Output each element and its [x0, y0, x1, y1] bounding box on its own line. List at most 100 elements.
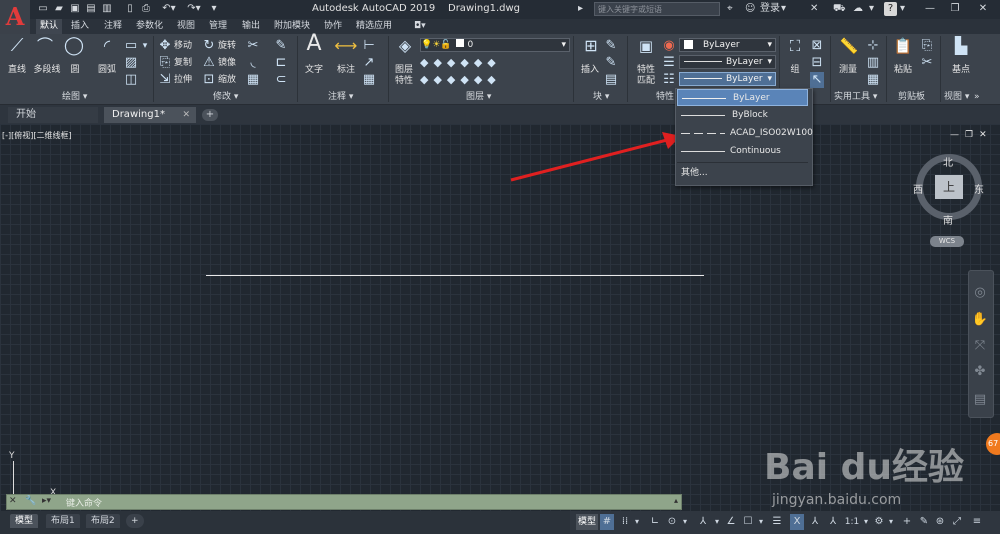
view-panel-label[interactable]: 视图 ▾ [944, 92, 969, 103]
linetype-option-iso02w100[interactable]: ACAD_ISO02W100 [677, 125, 813, 142]
login-dropdown-icon[interactable]: ▾ [781, 2, 786, 16]
viewcube-top-face[interactable]: 上 [935, 175, 963, 199]
rotate-button[interactable]: 旋转 [218, 38, 236, 54]
polar-icon[interactable]: ⊙ [665, 514, 679, 530]
tab-view[interactable]: 视图 [173, 19, 199, 34]
save-icon[interactable]: ▣ [69, 3, 81, 15]
new-file-icon[interactable]: ▭ [37, 3, 49, 15]
measure-button[interactable]: 测量 [836, 65, 860, 76]
array-icon[interactable]: ▦ [246, 72, 260, 88]
dimension-button[interactable]: 标注 [333, 65, 359, 76]
group-button[interactable]: 组 [785, 65, 805, 76]
minimize-button[interactable]: — [920, 2, 940, 16]
rectangle-dropdown-icon[interactable]: ▾ [140, 38, 150, 54]
workspace-dropdown-icon[interactable]: ▾ [886, 514, 896, 530]
match-properties-button[interactable]: 特性 匹配 [634, 65, 658, 87]
pan-hand-icon[interactable]: ✋ [971, 312, 989, 327]
circle-button[interactable]: 圆 [64, 65, 86, 76]
annotation-panel-label[interactable]: 注释 ▾ [328, 92, 353, 103]
color-wheel-icon[interactable]: ◉ [662, 38, 676, 54]
isodraft-dropdown-icon[interactable]: ▾ [712, 514, 722, 530]
grid-icon[interactable]: # [600, 514, 614, 530]
text-icon[interactable]: A [302, 33, 326, 55]
clean-screen-icon[interactable]: ⤢ [950, 514, 964, 530]
copy-button[interactable]: 复制 [174, 55, 192, 71]
auto-scale-icon[interactable]: ⅄ [808, 514, 822, 530]
ribbon-toggle-icon[interactable]: ◘▾ [410, 19, 430, 34]
scale-value[interactable]: 1:1 [844, 514, 860, 530]
arc-button[interactable]: 圆弧 [94, 65, 120, 76]
tab-drawing1[interactable]: Drawing1* ✕ [104, 107, 196, 123]
search-expand-icon[interactable]: ▸ [578, 2, 583, 16]
group-edit-icon[interactable]: ⊟ [810, 55, 824, 71]
annotation-monitor-icon[interactable]: + [900, 514, 914, 530]
mobile-icon[interactable]: ▯ [124, 3, 136, 15]
undo-icon[interactable]: ↶▾ [159, 3, 179, 15]
block-panel-label[interactable]: 块 ▾ [593, 92, 609, 103]
workspace-gear-icon[interactable]: ⚙ [872, 514, 886, 530]
fillet-icon[interactable]: ◟ [246, 55, 260, 71]
open-file-icon[interactable]: ▰ [53, 3, 65, 15]
login-link[interactable]: 登录 [760, 2, 780, 16]
draw-panel-label[interactable]: 绘图 ▾ [62, 92, 87, 103]
color-select[interactable]: ByLayer ▾ [679, 38, 776, 52]
move-button[interactable]: 移动 [174, 38, 192, 54]
lineweight-toggle-icon[interactable]: ☰ [770, 514, 784, 530]
scale-dropdown-icon[interactable]: ▾ [861, 514, 871, 530]
linetype-select[interactable]: ByLayer ▾ [679, 72, 776, 86]
more-dropdown-icon[interactable]: ▾ [869, 2, 874, 16]
copy-clip-icon[interactable]: ⎘ [920, 38, 934, 54]
store-cart-icon[interactable]: ⛟ [833, 2, 846, 16]
measure-icon[interactable]: 📏 [838, 38, 860, 54]
snap-dropdown-icon[interactable]: ▾ [632, 514, 642, 530]
mirror-button[interactable]: 镜像 [218, 55, 236, 71]
offset-icon[interactable]: ⊂ [274, 72, 288, 88]
arc-icon[interactable]: ◜ [96, 38, 118, 54]
lineweight-icon[interactable]: ☰ [662, 55, 676, 71]
recent-commands-icon[interactable]: ▸▾ [42, 496, 51, 506]
paste-button[interactable]: 粘贴 [891, 65, 915, 76]
table-icon[interactable]: ▦ [362, 72, 376, 88]
leader-icon[interactable]: ↗ [362, 55, 376, 71]
scale-button[interactable]: 缩放 [218, 72, 236, 88]
redo-icon[interactable]: ↷▾ [184, 3, 204, 15]
tab-featured-apps[interactable]: 精选应用 [352, 19, 396, 34]
tab-output[interactable]: 输出 [238, 19, 264, 34]
insert-block-icon[interactable]: ⊞ [579, 38, 603, 54]
viewcube-east[interactable]: 东 [974, 181, 984, 196]
linear-dim-icon[interactable]: ⊢ [362, 38, 376, 54]
layers-panel-label[interactable]: 图层 ▾ [466, 92, 491, 103]
exchange-icon[interactable]: ✕ [810, 2, 818, 16]
rotate-icon[interactable]: ↻ [202, 38, 216, 54]
move-icon[interactable]: ✥ [158, 38, 172, 54]
group-icon[interactable]: ⛶ [785, 38, 805, 54]
cut-icon[interactable]: ✂ [920, 55, 934, 71]
quick-select-icon[interactable]: ⊹ [866, 38, 880, 54]
text-button[interactable]: 文字 [302, 65, 326, 76]
model-space-button[interactable]: 模型 [576, 514, 598, 530]
linetype-option-other[interactable]: 其他... [677, 165, 808, 182]
command-input[interactable]: 键入命令 [66, 496, 102, 509]
binoculars-icon[interactable]: ⌖ [727, 2, 733, 16]
gradient-icon[interactable]: ◫ [124, 72, 138, 88]
layer-properties-button[interactable]: 图层 特性 [392, 65, 416, 87]
close-button[interactable]: ✕ [972, 2, 994, 16]
help-dropdown-icon[interactable]: ▾ [900, 2, 905, 16]
wcs-menu[interactable]: WCS [930, 236, 964, 247]
scale-icon[interactable]: ⊡ [202, 72, 216, 88]
object-snap-icon[interactable]: ☐ [741, 514, 755, 530]
annotation-visibility-icon[interactable]: Ⅹ [790, 514, 804, 530]
viewport-window-controls[interactable]: —❐✕ [950, 130, 993, 140]
viewcube-west[interactable]: 西 [913, 181, 923, 196]
count-icon[interactable]: ▥ [866, 55, 880, 71]
polyline-button[interactable]: 多段线 [30, 65, 64, 76]
hatch-icon[interactable]: ▨ [124, 55, 138, 71]
account-icon[interactable]: ☁ [853, 2, 863, 16]
customize-icon[interactable]: 🔧 [25, 496, 36, 506]
tab-annotate[interactable]: 注释 [100, 19, 126, 34]
attribute-icon[interactable]: ▤ [604, 72, 618, 88]
tab-default[interactable]: 默认 [36, 19, 63, 34]
close-command-icon[interactable]: ✕ [9, 496, 17, 506]
save-as-icon[interactable]: ▤ [85, 3, 97, 15]
object-tracking-icon[interactable]: ∠ [724, 514, 738, 530]
